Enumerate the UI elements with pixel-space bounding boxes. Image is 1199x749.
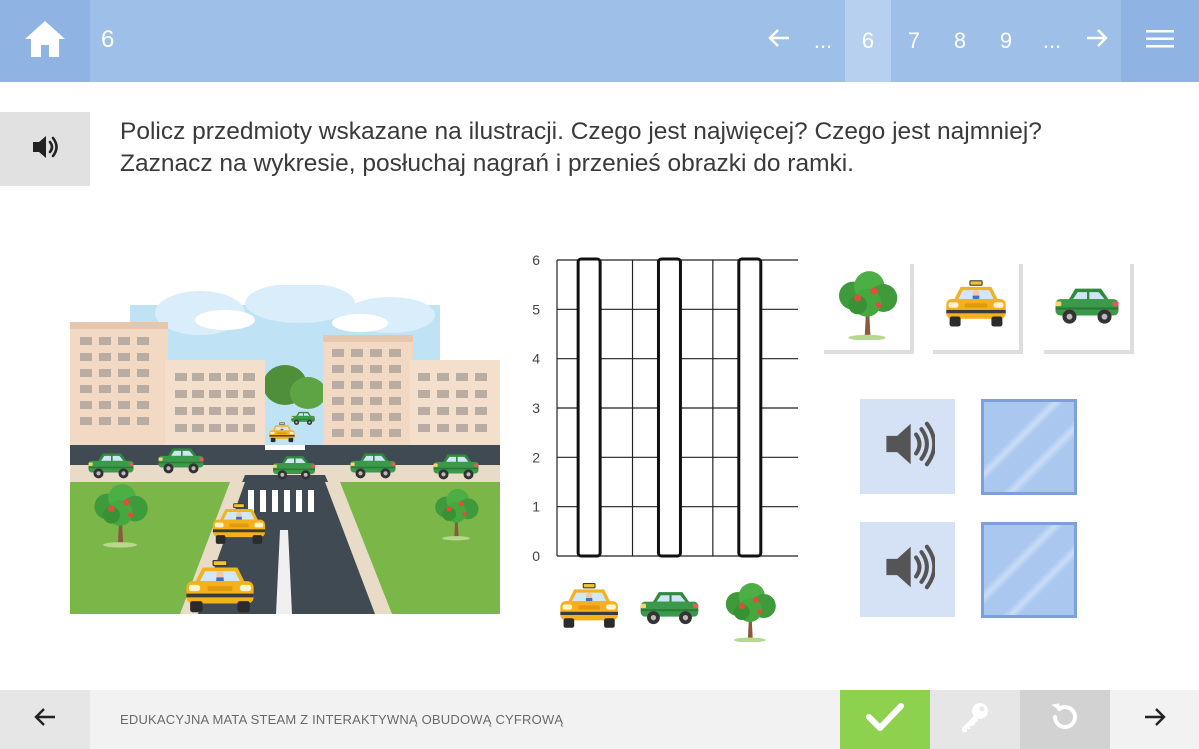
pagination-ellipsis-left[interactable]: ... (800, 0, 846, 82)
home-icon (23, 17, 67, 66)
page-number: 6 (101, 26, 115, 53)
y-tick-label: 2 (532, 449, 540, 465)
check-answer-button[interactable] (840, 690, 930, 749)
draggable-green-car-tile[interactable] (1044, 264, 1134, 354)
top-bar: 6 ... 6 7 8 9 ... (0, 0, 1199, 82)
drop-zone-2[interactable] (981, 522, 1077, 618)
speaker-icon (881, 540, 935, 599)
green-car-icon (1052, 283, 1122, 332)
draggable-taxi-tile[interactable] (933, 264, 1023, 354)
key-icon (958, 700, 992, 739)
page-link-8[interactable]: 8 (937, 0, 983, 82)
green-car-icon (640, 592, 699, 625)
y-tick-label: 0 (532, 548, 540, 564)
bar-chart: 0 1 2 3 4 5 6 (520, 250, 810, 645)
y-tick-label: 4 (532, 351, 540, 367)
tree-icon (725, 583, 776, 642)
prev-page-arrow[interactable] (756, 0, 802, 82)
speaker-icon (881, 417, 935, 476)
reset-button[interactable] (1020, 690, 1110, 749)
taxi-icon (560, 583, 618, 628)
arrow-right-icon (1085, 28, 1109, 54)
city-street-illustration (70, 283, 500, 614)
bar-slot-green-car[interactable] (656, 257, 682, 558)
instruction-audio-button[interactable] (0, 112, 90, 186)
bottom-bar: EDUKACYJNA MATA STEAM Z INTERAKTYWNĄ OBU… (0, 690, 1199, 749)
next-button[interactable] (1110, 690, 1199, 749)
hamburger-icon (1146, 29, 1174, 54)
draggable-tree-tile[interactable] (824, 264, 914, 354)
instruction-line-2: Zaznacz na wykresie, posłuchaj nagrań i … (120, 150, 854, 177)
bar-slot-taxi[interactable] (576, 257, 602, 558)
menu-button[interactable] (1121, 0, 1199, 82)
speaker-icon (30, 132, 60, 167)
show-answer-button[interactable] (930, 690, 1020, 749)
pagination-ellipsis-right[interactable]: ... (1029, 0, 1075, 82)
arrow-left-icon (33, 707, 57, 732)
next-page-arrow[interactable] (1074, 0, 1120, 82)
previous-button[interactable] (0, 690, 90, 749)
drop-zone-1[interactable] (981, 399, 1077, 495)
checkmark-icon (865, 702, 905, 737)
y-tick-label: 5 (532, 301, 540, 317)
arrow-right-icon (1143, 707, 1167, 732)
y-tick-label: 3 (532, 400, 540, 416)
page-link-9[interactable]: 9 (983, 0, 1029, 82)
home-button[interactable] (0, 0, 90, 82)
tree-icon (832, 270, 902, 345)
footer-title: EDUKACYJNA MATA STEAM Z INTERAKTYWNĄ OBU… (120, 712, 564, 727)
audio-button-2[interactable] (860, 522, 955, 617)
audio-button-1[interactable] (860, 399, 955, 494)
bar-slot-tree[interactable] (737, 257, 763, 558)
taxi-icon (943, 279, 1009, 335)
page-link-6[interactable]: 6 (845, 0, 891, 82)
y-tick-label: 1 (532, 499, 540, 515)
instruction-text: Policz przedmioty wskazane na ilustracji… (120, 116, 1180, 180)
y-tick-label: 6 (532, 252, 540, 268)
page-link-7[interactable]: 7 (891, 0, 937, 82)
refresh-icon (1047, 699, 1083, 740)
arrow-left-icon (767, 28, 791, 54)
instruction-line-1: Policz przedmioty wskazane na ilustracji… (120, 118, 1042, 145)
